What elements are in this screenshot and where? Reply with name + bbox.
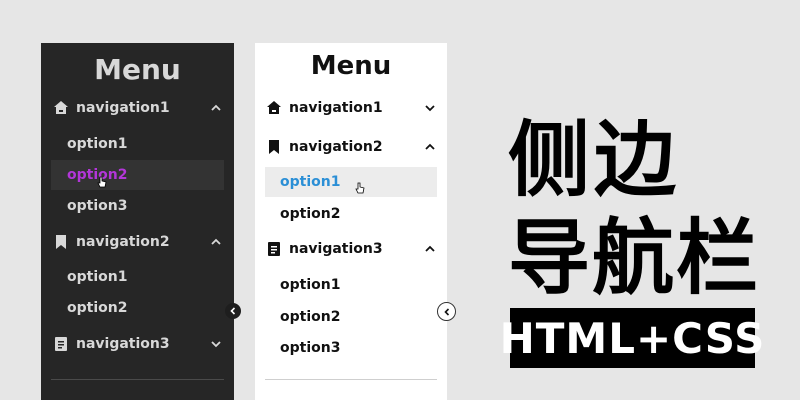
light-nav-label: navigation1 (289, 100, 383, 116)
light-nav-item-navigation2[interactable]: navigation2 (266, 134, 436, 160)
caption-html-css-badge: HTML+CSS (500, 308, 764, 368)
caption-line-1: 侧边 (508, 113, 681, 208)
dark-option-label: option1 (67, 136, 128, 152)
dark-option-label: option3 (67, 198, 128, 214)
dark-nav-item-navigation1[interactable]: navigation1 (53, 95, 222, 121)
light-option-item[interactable]: option3 (265, 333, 437, 363)
dark-nav-label: navigation1 (76, 100, 170, 116)
light-nav-item-navigation1[interactable]: navigation1 (266, 95, 436, 121)
home-icon (267, 101, 281, 114)
dark-nav-label: navigation3 (76, 336, 170, 352)
home-icon (54, 101, 68, 114)
light-nav-label: navigation2 (289, 139, 383, 155)
chevron-up-icon (425, 245, 435, 252)
bookmark-icon (56, 235, 66, 249)
dark-collapse-toggle-button[interactable] (225, 303, 241, 319)
document-icon (55, 337, 67, 351)
light-option-item[interactable]: option2 (265, 302, 437, 332)
dark-option-item-active[interactable]: option2 (51, 160, 224, 190)
light-option-item[interactable]: option2 (265, 199, 437, 229)
dark-option-label: option2 (67, 300, 128, 316)
chevron-down-icon (425, 105, 435, 112)
light-option-label: option2 (280, 309, 341, 325)
light-option-label: option1 (280, 277, 341, 293)
document-icon (268, 242, 280, 256)
hand-cursor-icon (355, 182, 365, 194)
chevron-left-icon (443, 307, 449, 316)
light-menu-divider (265, 379, 437, 380)
caption-line-2: 导航栏 (508, 211, 761, 306)
light-nav-item-navigation3[interactable]: navigation3 (266, 236, 436, 262)
dark-nav-label: navigation2 (76, 234, 170, 250)
dark-nav-item-navigation2[interactable]: navigation2 (53, 229, 222, 255)
chevron-up-icon (425, 143, 435, 150)
dark-option-item[interactable]: option1 (51, 262, 224, 292)
chevron-down-icon (211, 341, 221, 348)
dark-menu-divider (51, 379, 224, 380)
bookmark-icon (269, 140, 279, 154)
light-nav-label: navigation3 (289, 241, 383, 257)
dark-menu-title: Menu (94, 53, 181, 86)
hand-cursor-icon (97, 176, 107, 188)
light-option-label: option3 (280, 340, 341, 356)
light-option-item-active[interactable]: option1 (265, 167, 437, 197)
light-option-label: option1 (280, 174, 341, 190)
light-menu-title: Menu (310, 51, 392, 81)
light-collapse-toggle-button[interactable] (437, 302, 456, 321)
dark-sidebar-menu: Menu navigation1 option1 option2 option3… (41, 43, 234, 400)
dark-option-label: option1 (67, 269, 128, 285)
chevron-up-icon (211, 104, 221, 111)
chevron-left-icon (230, 307, 236, 315)
light-option-item[interactable]: option1 (265, 270, 437, 300)
light-sidebar-menu: Menu navigation1 navigation2 option1 opt… (255, 43, 447, 400)
dark-option-item[interactable]: option1 (51, 129, 224, 159)
dark-option-item[interactable]: option2 (51, 293, 224, 323)
chevron-up-icon (211, 238, 221, 245)
dark-nav-item-navigation3[interactable]: navigation3 (53, 331, 222, 357)
light-option-label: option2 (280, 206, 341, 222)
dark-option-item[interactable]: option3 (51, 191, 224, 221)
